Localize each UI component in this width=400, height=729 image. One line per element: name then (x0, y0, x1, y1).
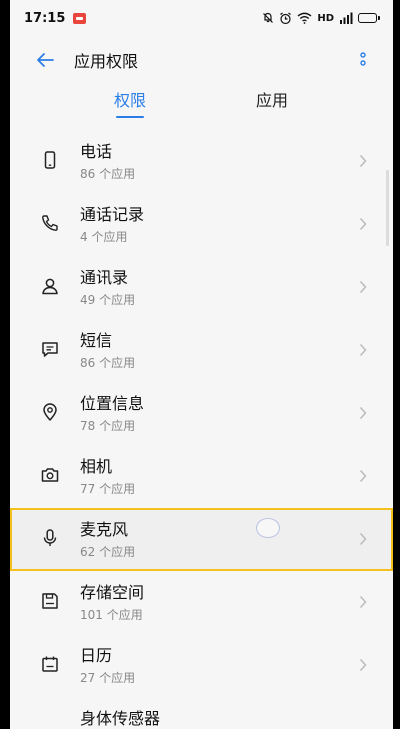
chevron-right-icon (359, 595, 367, 609)
permission-name: 位置信息 (80, 394, 145, 413)
permission-name: 通话记录 (80, 205, 145, 224)
alarm-icon (280, 12, 292, 24)
permission-count: 49 个应用 (80, 293, 136, 307)
status-icons: HD (262, 12, 380, 25)
chevron-right-icon (359, 343, 367, 357)
permission-name: 电话 (80, 142, 113, 161)
phone-screen: 17:15 HD 应用权限 权限 应用 电话 86 个应用 通话记录 4 个应用… (10, 0, 393, 729)
signal-icon (340, 12, 353, 24)
camera-icon (41, 468, 59, 482)
storage-icon (42, 593, 58, 609)
permission-texts: 身体传感器 (80, 708, 160, 729)
calendar-icon (42, 656, 58, 672)
chevron-right-icon (359, 469, 367, 483)
permission-item-contacts[interactable]: 通讯录 49 个应用 (10, 256, 393, 319)
permission-count: 77 个应用 (80, 482, 136, 496)
permission-texts: 通讯录 49 个应用 (80, 267, 135, 309)
permission-item-microphone[interactable]: 麦克风 62 个应用 (10, 508, 393, 571)
status-bar: 17:15 HD (10, 0, 393, 36)
chevron-right-icon (359, 532, 367, 546)
permission-count: 86 个应用 (80, 356, 136, 370)
more-options-icon[interactable] (359, 52, 367, 68)
chevron-right-icon (359, 406, 367, 420)
call-handset-icon (42, 215, 58, 231)
message-icon (42, 342, 58, 357)
permission-item-body-sensors[interactable]: 身体传感器 (10, 697, 393, 729)
permission-item-location[interactable]: 位置信息 78 个应用 (10, 382, 393, 445)
tab-permissions[interactable]: 权限 (114, 86, 146, 120)
tab-apps[interactable]: 应用 (256, 86, 288, 120)
battery-icon (358, 13, 380, 23)
permission-item-storage[interactable]: 存储空间 101 个应用 (10, 571, 393, 634)
chevron-right-icon (359, 280, 367, 294)
permission-item-phone[interactable]: 电话 86 个应用 (10, 130, 393, 193)
permission-texts: 电话 86 个应用 (80, 141, 135, 183)
chevron-right-icon (359, 154, 367, 168)
permission-count: 101 个应用 (80, 608, 143, 622)
phone-device-icon (44, 151, 56, 169)
notification-app-icon (73, 12, 87, 24)
permission-name: 短信 (80, 331, 113, 350)
permission-texts: 存储空间 101 个应用 (80, 582, 144, 624)
permission-item-camera[interactable]: 相机 77 个应用 (10, 445, 393, 508)
microphone-icon (43, 529, 57, 546)
app-bar: 应用权限 (10, 40, 393, 80)
chevron-right-icon (359, 658, 367, 672)
wifi-icon (297, 12, 312, 24)
chevron-right-icon (359, 217, 367, 231)
tab-bar: 权限 应用 (10, 86, 393, 122)
permission-texts: 相机 77 个应用 (80, 456, 135, 498)
status-time: 17:15 (24, 10, 66, 26)
location-pin-icon (43, 403, 57, 421)
permission-texts: 麦克风 62 个应用 (80, 519, 135, 561)
bell-mute-icon (263, 12, 274, 23)
permission-texts: 通话记录 4 个应用 (80, 204, 144, 246)
permission-count: 27 个应用 (80, 671, 136, 685)
permission-item-call-log[interactable]: 通话记录 4 个应用 (10, 193, 393, 256)
back-arrow-icon[interactable] (34, 49, 56, 71)
permission-name: 通讯录 (80, 268, 129, 287)
permission-texts: 位置信息 78 个应用 (80, 393, 144, 435)
permission-name: 相机 (80, 457, 113, 476)
contact-person-icon (42, 278, 58, 295)
permission-name: 身体传感器 (80, 709, 161, 728)
permission-texts: 短信 86 个应用 (80, 330, 135, 372)
permission-name: 存储空间 (80, 583, 145, 602)
permission-item-sms[interactable]: 短信 86 个应用 (10, 319, 393, 382)
permission-list: 电话 86 个应用 通话记录 4 个应用 通讯录 49 个应用 短信 86 个应… (10, 130, 393, 729)
permission-count: 4 个应用 (80, 230, 128, 244)
network-type-label: HD (317, 12, 334, 24)
permission-name: 日历 (80, 646, 113, 665)
touch-indicator (256, 518, 280, 538)
page-title: 应用权限 (74, 52, 139, 71)
permission-count: 86 个应用 (80, 167, 136, 181)
permission-item-calendar[interactable]: 日历 27 个应用 (10, 634, 393, 697)
permission-count: 62 个应用 (80, 545, 136, 559)
permission-name: 麦克风 (80, 520, 129, 539)
permission-count: 78 个应用 (80, 419, 136, 433)
permission-texts: 日历 27 个应用 (80, 645, 135, 687)
